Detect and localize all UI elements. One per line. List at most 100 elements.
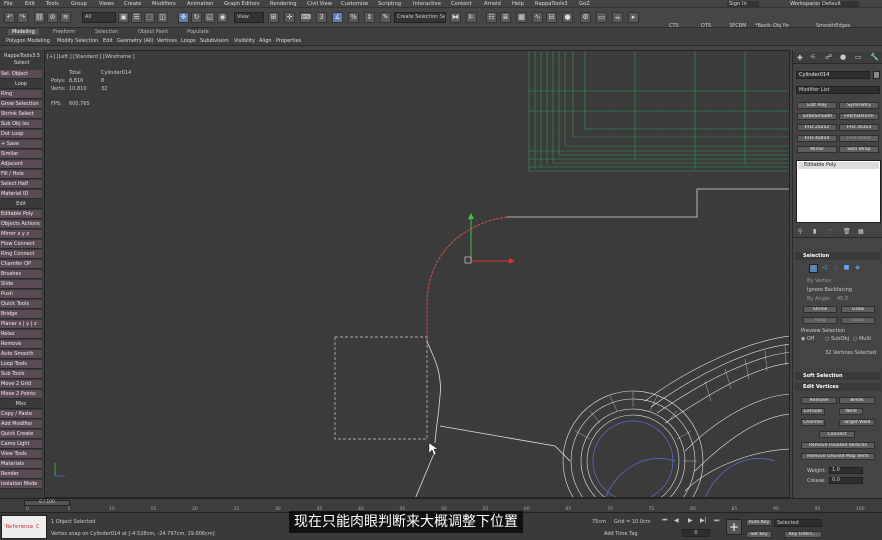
- menu-help[interactable]: Help: [512, 1, 524, 7]
- ribbon-modify-selection[interactable]: Modify Selection: [57, 38, 98, 44]
- snaps-toggle-icon[interactable]: 3: [316, 12, 327, 23]
- menu-modifiers[interactable]: Modifiers: [152, 1, 176, 7]
- key-filter-select[interactable]: Selected: [774, 519, 822, 527]
- element-mode-icon[interactable]: ◈: [853, 264, 862, 273]
- selection-filter-select[interactable]: All: [82, 12, 116, 23]
- tab-object-paint[interactable]: Object Paint: [138, 29, 168, 35]
- next-frame-icon[interactable]: ▶|: [700, 517, 707, 524]
- rappa-dot-loop-button[interactable]: Dot Loop: [0, 130, 42, 139]
- material-editor-icon[interactable]: ●: [562, 12, 573, 23]
- ribbon-geometry-all[interactable]: Geometry (All): [117, 38, 154, 44]
- rappa-move-2-points-button[interactable]: Move 2 Points: [0, 390, 42, 399]
- mirror-icon[interactable]: ⧓: [450, 12, 461, 23]
- render-iterative-icon[interactable]: ▸: [628, 12, 639, 23]
- create-tab-icon[interactable]: ✚: [797, 54, 803, 62]
- vertex-mode-icon[interactable]: ⁘: [809, 264, 818, 273]
- viewport-label[interactable]: [+] [Left ] [Standard ] [Wireframe ]: [47, 54, 135, 60]
- tab-freeform[interactable]: Freeform: [53, 29, 75, 35]
- remove-isolated-button[interactable]: Remove Isolated Vertices: [801, 442, 875, 449]
- ribbon-polygon-modeling[interactable]: Polygon Modeling: [6, 38, 50, 44]
- rappa-ring-connect-button[interactable]: Ring Connect: [0, 250, 42, 259]
- time-slider[interactable]: 0 / 100: [24, 500, 70, 506]
- fetchdeform-button[interactable]: FetchDeform: [839, 113, 879, 120]
- set-key-button[interactable]: Set Key: [746, 531, 772, 538]
- ribbon-subdivision[interactable]: Subdivision: [200, 38, 229, 44]
- selection-rollout-header[interactable]: Selection: [795, 252, 881, 260]
- viewport-canvas[interactable]: [45, 51, 790, 498]
- rappa-render-button[interactable]: Render: [0, 470, 42, 479]
- ribbon-loops[interactable]: Loops: [181, 38, 196, 44]
- rappa-push-button[interactable]: Push: [0, 290, 42, 299]
- rappa-similar-button[interactable]: Similar: [0, 150, 42, 159]
- goto-end-icon[interactable]: ⏭: [714, 517, 719, 525]
- rappa-remove-button[interactable]: Remove: [0, 340, 42, 349]
- manipulate-icon[interactable]: ✛: [284, 12, 295, 23]
- utilities-tab-icon[interactable]: 🔧: [870, 53, 879, 61]
- pivot-center-icon[interactable]: ⊞: [268, 12, 279, 23]
- preview-subobj-radio[interactable]: ○ SubObj: [825, 336, 849, 342]
- select-place-icon[interactable]: ◉: [217, 12, 228, 23]
- sign-in-button[interactable]: Sign In: [727, 1, 759, 7]
- extrude-button[interactable]: Extrude: [801, 408, 825, 415]
- auto-key-button[interactable]: Auto Key: [746, 519, 772, 526]
- object-name-field[interactable]: Cylinder014: [796, 71, 870, 79]
- ring-button[interactable]: Ring: [803, 317, 837, 324]
- bind-space-warp-icon[interactable]: ≋: [60, 12, 71, 23]
- rappa-adjacent-button[interactable]: Adjacent: [0, 160, 42, 169]
- menu-scripting[interactable]: Scripting: [378, 1, 401, 7]
- link-icon[interactable]: ⛓: [34, 12, 45, 23]
- by-vertex-checkbox[interactable]: By Vertex: [807, 278, 831, 284]
- edge-mode-icon[interactable]: ◁: [820, 264, 829, 273]
- make-unique-icon[interactable]: ∵: [828, 228, 832, 235]
- rappa-view-tools-button[interactable]: View Tools: [0, 450, 42, 459]
- rappa-grow-selection-button[interactable]: Grow Selection: [0, 100, 42, 109]
- rappa-isolation-mode-button[interactable]: Isolation Mode: [0, 480, 42, 489]
- render-setup-icon[interactable]: ⚙: [580, 12, 591, 23]
- loop-button[interactable]: Loop: [841, 317, 875, 324]
- rappa-sel-object-button[interactable]: Sel. Object: [0, 70, 42, 79]
- rappa-chamfer-op-button[interactable]: Chamfer OP: [0, 260, 42, 269]
- play-icon[interactable]: ▶: [688, 517, 693, 524]
- modifier-stack[interactable]: Editable Poly: [796, 160, 881, 223]
- rappa-objects-actions-button[interactable]: Objects Actions: [0, 220, 42, 229]
- menu-rappatools[interactable]: RappaTools3: [535, 1, 568, 7]
- render-icon[interactable]: ☕: [612, 12, 623, 23]
- window-crossing-icon[interactable]: ◫: [157, 12, 168, 23]
- ribbon-visibility[interactable]: Visibility: [234, 38, 255, 44]
- ffd-4x4x4-button[interactable]: FFD 4x4x4: [797, 135, 837, 142]
- select-by-name-icon[interactable]: ☰: [131, 12, 142, 23]
- ribbon-properties[interactable]: Properties: [276, 38, 301, 44]
- ribbon-align[interactable]: Align: [259, 38, 272, 44]
- tab-selection[interactable]: Selection: [95, 29, 118, 35]
- soft-selection-header[interactable]: Soft Selection: [795, 372, 881, 380]
- undo-icon[interactable]: ↶: [4, 12, 15, 23]
- rappa-flow-connect-button[interactable]: Flow Connect: [0, 240, 42, 249]
- menu-arnold[interactable]: Arnold: [484, 1, 501, 7]
- rappa-material-id-button[interactable]: Material ID: [0, 190, 42, 199]
- show-end-result-icon[interactable]: ▮: [813, 228, 816, 235]
- ribbon-edit[interactable]: Edit: [103, 38, 113, 44]
- rendered-frame-icon[interactable]: ▭: [596, 12, 607, 23]
- menu-group[interactable]: Group: [71, 1, 87, 7]
- polygon-mode-icon[interactable]: ■: [842, 264, 851, 273]
- rappa-save-button[interactable]: + Save: [0, 140, 42, 149]
- rappa-loop-tools-button[interactable]: Loop Tools: [0, 360, 42, 369]
- menu-graph-editors[interactable]: Graph Editors: [224, 1, 260, 7]
- timeline[interactable]: 0 / 100 0 5 10 15 20 25 30 35 40 45 50 55 60 65 70 75 80…: [0, 498, 882, 512]
- toggle-scene-explorer-icon[interactable]: ☷: [486, 12, 497, 23]
- crease-spinner[interactable]: 0.0: [829, 477, 863, 484]
- keyboard-shortcut-icon[interactable]: ⌨: [300, 12, 311, 23]
- select-object-icon[interactable]: ▣: [118, 12, 129, 23]
- goto-start-icon[interactable]: ⏮: [662, 517, 667, 525]
- menu-interactive[interactable]: Interactive: [413, 1, 441, 7]
- rectangular-selection-icon[interactable]: ⬚: [144, 12, 155, 23]
- rappa-mirror-x-y-z-button[interactable]: Mirror x y z: [0, 230, 42, 239]
- rappa-select-half-button[interactable]: Select Half: [0, 180, 42, 189]
- rappa-slide-button[interactable]: Slide: [0, 280, 42, 289]
- edit-poly-button[interactable]: Edit Poly: [797, 102, 837, 109]
- tab-populate[interactable]: Populate: [187, 29, 209, 35]
- menu-goz[interactable]: GoZ: [579, 1, 590, 7]
- rappa-quick-create-button[interactable]: Quick Create: [0, 430, 42, 439]
- menu-views[interactable]: Views: [99, 1, 114, 7]
- current-frame-field[interactable]: 0: [682, 529, 710, 537]
